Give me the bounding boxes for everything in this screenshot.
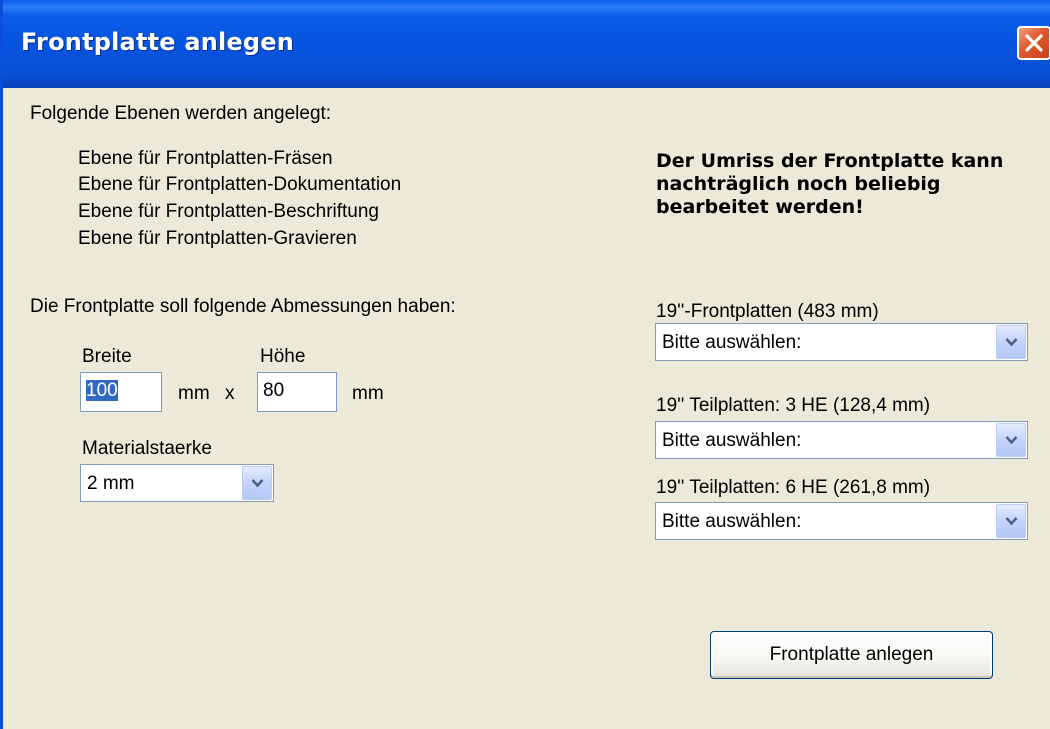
layer-item: Ebene für Frontplatten-Dokumentation bbox=[78, 174, 402, 195]
dimensions-heading: Die Frontplatte soll folgende Abmessunge… bbox=[30, 296, 456, 317]
width-label: Breite bbox=[82, 346, 132, 367]
layer-item: Ebene für Frontplatten-Fräsen bbox=[78, 148, 333, 169]
dropdown-arrow-button[interactable] bbox=[242, 466, 272, 500]
preset-label-6he: 19'' Teilplatten: 6 HE (261,8 mm) bbox=[656, 477, 931, 498]
material-label: Materialstaerke bbox=[82, 438, 212, 459]
width-input[interactable]: 100 bbox=[80, 372, 162, 412]
title-bar[interactable]: Frontplatte anlegen bbox=[3, 0, 1050, 88]
preset-label-19-frontplatten: 19''-Frontplatten (483 mm) bbox=[656, 301, 879, 322]
chevron-down-icon bbox=[251, 479, 264, 488]
dropdown-arrow-button[interactable] bbox=[996, 504, 1026, 538]
layer-item: Ebene für Frontplatten-Gravieren bbox=[78, 228, 357, 249]
preset-select-19-frontplatten[interactable]: Bitte auswählen: bbox=[655, 323, 1028, 361]
height-value: 80 bbox=[263, 380, 285, 401]
dialog-window: Frontplatte anlegen Folgende Ebenen werd… bbox=[0, 0, 1050, 729]
dropdown-arrow-button[interactable] bbox=[996, 423, 1026, 457]
dialog-client-area: Folgende Ebenen werden angelegt: Ebene f… bbox=[3, 88, 1050, 729]
preset-select-3he[interactable]: Bitte auswählen: bbox=[655, 421, 1028, 459]
height-label: Höhe bbox=[260, 346, 306, 367]
preset-value: Bitte auswählen: bbox=[662, 332, 802, 353]
chevron-down-icon bbox=[1005, 517, 1018, 526]
window-title: Frontplatte anlegen bbox=[21, 28, 295, 56]
chevron-down-icon bbox=[1005, 436, 1018, 445]
chevron-down-icon bbox=[1005, 338, 1018, 347]
close-icon bbox=[1025, 34, 1043, 52]
preset-value: Bitte auswählen: bbox=[662, 430, 802, 451]
layers-heading: Folgende Ebenen werden angelegt: bbox=[30, 103, 332, 124]
times-sign: x bbox=[225, 383, 235, 404]
create-frontplate-button[interactable]: Frontplatte anlegen bbox=[710, 631, 993, 679]
close-button[interactable] bbox=[1017, 26, 1050, 60]
material-value: 2 mm bbox=[87, 473, 135, 494]
material-select[interactable]: 2 mm bbox=[80, 464, 274, 502]
layer-item: Ebene für Frontplatten-Beschriftung bbox=[78, 201, 380, 222]
preset-label-3he: 19'' Teilplatten: 3 HE (128,4 mm) bbox=[656, 395, 931, 416]
height-input[interactable]: 80 bbox=[257, 372, 337, 412]
preset-value: Bitte auswählen: bbox=[662, 511, 802, 532]
preset-select-6he[interactable]: Bitte auswählen: bbox=[655, 502, 1028, 540]
height-unit: mm bbox=[352, 383, 384, 404]
outline-note: Der Umriss der Frontplatte kann nachträg… bbox=[656, 150, 1004, 218]
width-unit: mm bbox=[178, 383, 210, 404]
width-value: 100 bbox=[86, 380, 118, 401]
dropdown-arrow-button[interactable] bbox=[996, 325, 1026, 359]
